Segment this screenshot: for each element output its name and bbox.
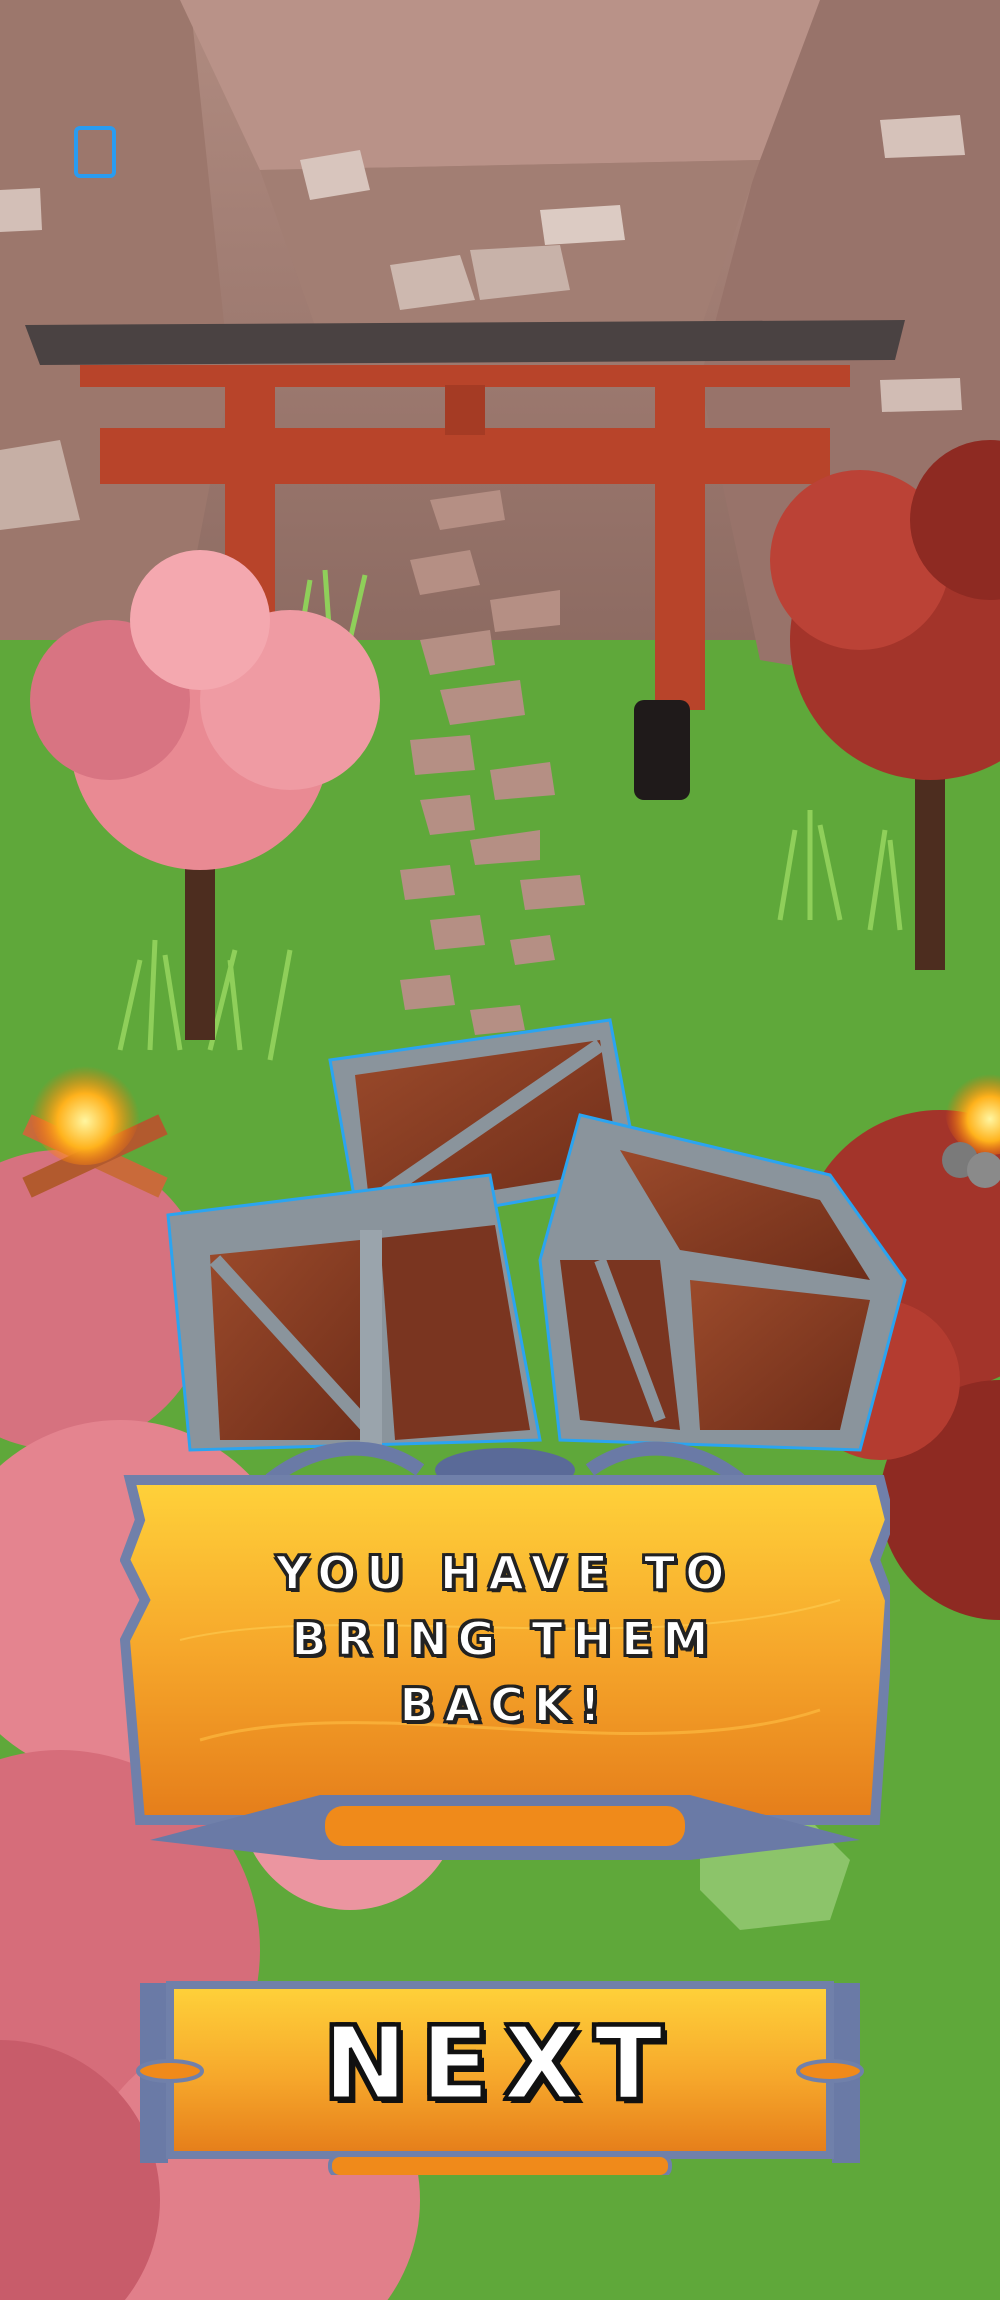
next-button-label: NEXT xyxy=(322,2004,677,2124)
dialog-panel: YOU HAVE TO BRING THEM BACK! xyxy=(120,1440,890,1870)
dialog-line-3: BACK! xyxy=(398,1677,611,1733)
next-button[interactable]: NEXT xyxy=(130,1975,870,2175)
crate-left xyxy=(166,1173,542,1452)
game-scene xyxy=(0,0,1000,2300)
dialog-message: YOU HAVE TO BRING THEM BACK! xyxy=(180,1540,830,1738)
dialog-line-1: YOU HAVE TO xyxy=(275,1545,735,1601)
dialog-line-2: BRING THEM xyxy=(291,1611,719,1667)
square-outline-icon[interactable] xyxy=(74,126,116,178)
